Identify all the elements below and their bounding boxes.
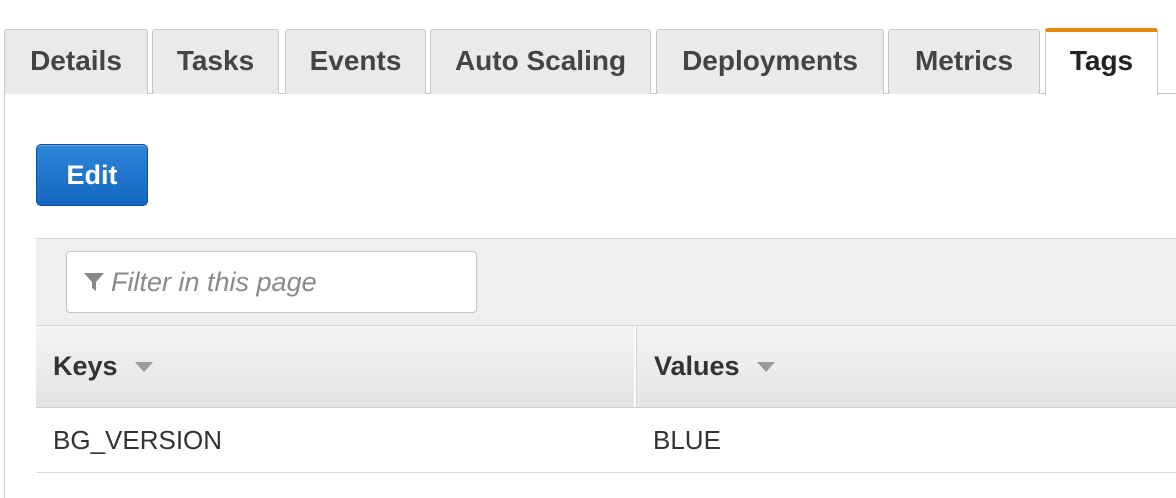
column-header-values-label: Values bbox=[654, 351, 740, 381]
tag-key-cell: BG_VERSION bbox=[53, 424, 223, 455]
tab-bar: Details Tasks Events Auto Scaling Deploy… bbox=[0, 0, 1176, 95]
column-header-keys-label: Keys bbox=[53, 351, 118, 381]
tab-details[interactable]: Details bbox=[4, 29, 148, 94]
tab-tasks[interactable]: Tasks bbox=[152, 29, 279, 94]
sort-down-icon bbox=[756, 361, 775, 372]
edit-button[interactable]: Edit bbox=[36, 144, 148, 206]
filter-icon bbox=[84, 273, 104, 291]
tab-metrics[interactable]: Metrics bbox=[888, 29, 1040, 94]
filter-bar: Filter in this page bbox=[36, 238, 1176, 326]
tab-auto-scaling[interactable]: Auto Scaling bbox=[430, 29, 651, 94]
filter-placeholder: Filter in this page bbox=[111, 266, 317, 297]
column-header-values[interactable]: Values bbox=[636, 326, 1176, 407]
filter-input[interactable]: Filter in this page bbox=[66, 251, 477, 313]
column-header-keys[interactable]: Keys bbox=[36, 326, 636, 407]
tag-value-cell: BLUE bbox=[653, 424, 721, 455]
tab-deployments[interactable]: Deployments bbox=[656, 29, 884, 94]
tab-tags[interactable]: Tags bbox=[1045, 28, 1158, 95]
table-row[interactable]: BG_VERSION BLUE bbox=[36, 408, 1176, 473]
tab-events[interactable]: Events bbox=[285, 29, 426, 94]
sort-down-icon bbox=[134, 361, 153, 372]
table-header: Keys Values bbox=[36, 325, 1176, 408]
